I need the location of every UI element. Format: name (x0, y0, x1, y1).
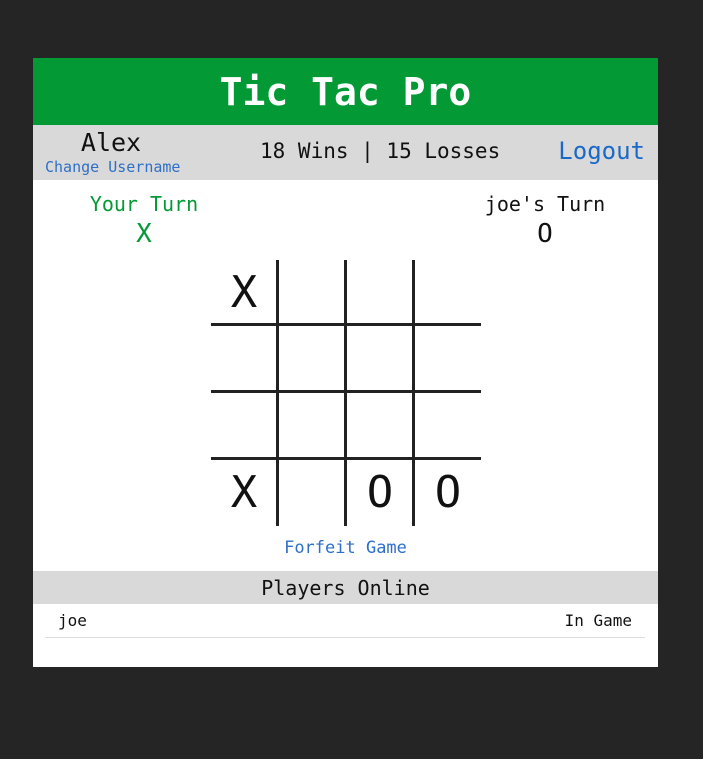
player-status: In Game (564, 611, 632, 630)
opponent-turn-label: joe's Turn (484, 192, 606, 216)
change-username-link[interactable]: Change Username (45, 158, 180, 176)
board-cell-4-2[interactable] (279, 460, 345, 524)
players-online-header: Players Online (33, 571, 658, 604)
game-board: X X O O (211, 260, 481, 526)
player-name: joe (58, 611, 87, 630)
board-cell-2-4[interactable] (415, 326, 481, 390)
logout-link[interactable]: Logout (558, 137, 645, 165)
board-cell-3-2[interactable] (279, 393, 345, 457)
board-cell-4-1[interactable]: X (211, 460, 277, 524)
forfeit-game-link[interactable]: Forfeit Game (284, 538, 407, 558)
board-cell-1-4[interactable] (415, 260, 481, 324)
opponent-turn-indicator: joe's Turn O (470, 192, 620, 252)
board-cell-3-3[interactable] (347, 393, 413, 457)
game-panel: Tic Tac Pro Alex Change Username 18 Wins… (33, 58, 658, 667)
board-cell-1-3[interactable] (347, 260, 413, 324)
player-turn-indicator: Your Turn X (69, 192, 219, 252)
board-cell-2-1[interactable] (211, 326, 277, 390)
user-bar: Alex Change Username 18 Wins | 15 Losses… (33, 125, 658, 180)
player-mark: X (136, 219, 152, 249)
app-title: Tic Tac Pro (33, 58, 658, 125)
board-cell-2-2[interactable] (279, 326, 345, 390)
board-cell-1-2[interactable] (279, 260, 345, 324)
board-cell-1-1[interactable]: X (211, 260, 277, 324)
board-cell-4-3[interactable]: O (347, 460, 413, 524)
player-turn-label: Your Turn (89, 192, 199, 216)
board-cell-2-3[interactable] (347, 326, 413, 390)
win-loss-record: 18 Wins | 15 Losses (260, 139, 501, 163)
player-list-item[interactable]: joe In Game (45, 604, 645, 638)
opponent-mark: O (537, 219, 553, 249)
user-block: Alex Change Username (45, 128, 180, 176)
board-cell-3-1[interactable] (211, 393, 277, 457)
board-cell-4-4[interactable]: O (415, 460, 481, 524)
board-cell-3-4[interactable] (415, 393, 481, 457)
forfeit-row: Forfeit Game (33, 538, 658, 558)
username: Alex (80, 128, 142, 157)
